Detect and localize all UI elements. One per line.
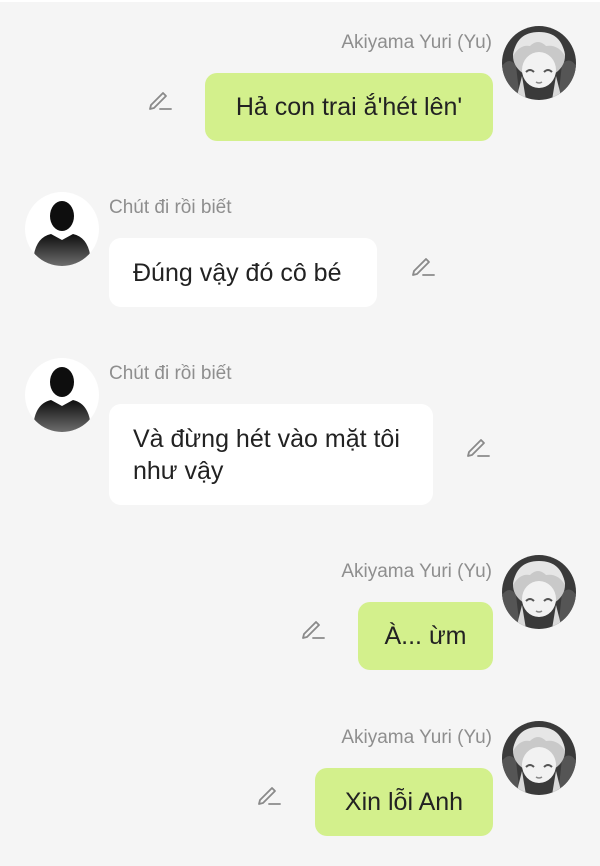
sender-name: Akiyama Yuri (Yu) bbox=[341, 561, 492, 582]
silhouette-avatar[interactable] bbox=[25, 358, 99, 432]
message-bubble[interactable]: Và đừng hét vào mặt tôi như vậy bbox=[109, 404, 433, 505]
edit-icon[interactable] bbox=[300, 615, 326, 641]
sender-name: Chút đi rồi biết bbox=[109, 363, 232, 384]
message-bubble[interactable]: À... ừm bbox=[358, 602, 493, 670]
edit-icon[interactable] bbox=[147, 86, 173, 112]
edit-icon[interactable] bbox=[256, 781, 282, 807]
sender-name: Akiyama Yuri (Yu) bbox=[341, 727, 492, 748]
sender-name: Chút đi rồi biết bbox=[109, 197, 232, 218]
edit-icon[interactable] bbox=[465, 433, 491, 459]
anime-girl-avatar[interactable] bbox=[502, 555, 576, 629]
silhouette-avatar[interactable] bbox=[25, 192, 99, 266]
message-bubble[interactable]: Đúng vậy đó cô bé bbox=[109, 238, 377, 307]
message-bubble[interactable]: Xin lỗi Anh bbox=[315, 768, 493, 836]
sender-name: Akiyama Yuri (Yu) bbox=[341, 32, 492, 53]
top-divider bbox=[0, 0, 600, 2]
anime-girl-avatar[interactable] bbox=[502, 26, 576, 100]
edit-icon[interactable] bbox=[410, 252, 436, 278]
anime-girl-avatar[interactable] bbox=[502, 721, 576, 795]
message-bubble[interactable]: Hả con trai ắ'hét lên' bbox=[205, 73, 493, 141]
